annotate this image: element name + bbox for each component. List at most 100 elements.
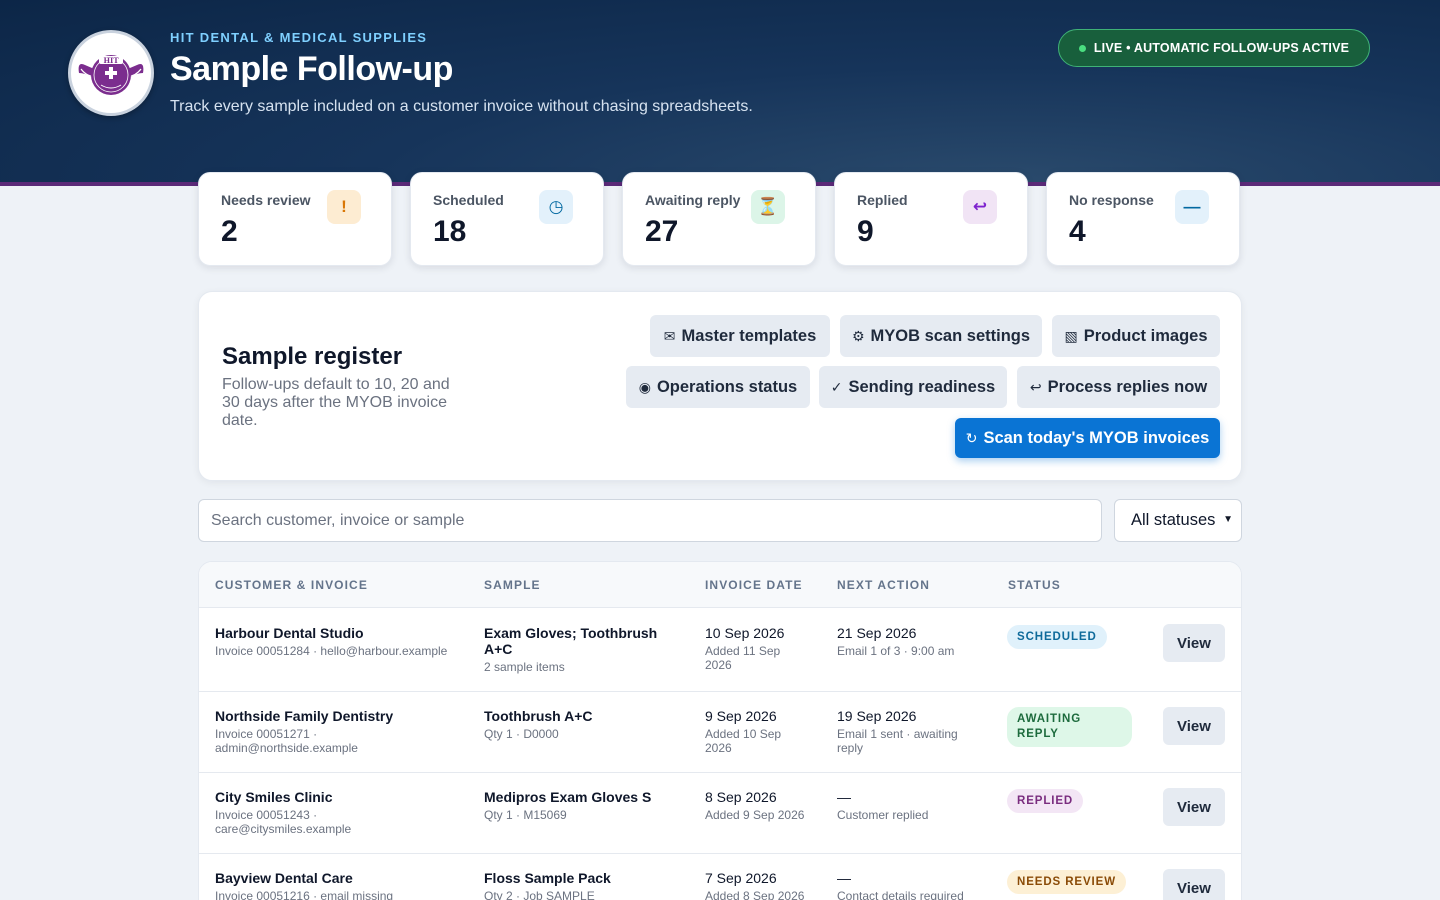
added-date: Added 8 Sep 2026 — [705, 889, 805, 900]
button-label: Product images — [1083, 326, 1208, 345]
column-header-invoice-date: INVOICE DATE — [705, 578, 803, 592]
sample-name: Exam Gloves; Toothbrush A+C — [484, 625, 658, 657]
table-row[interactable]: City Smiles Clinic Invoice 00051243 · ca… — [199, 773, 1241, 854]
next-action-date: — — [837, 870, 851, 886]
stat-label: No response — [1069, 192, 1154, 208]
next-action-detail: Email 1 of 3 · 9:00 am — [837, 644, 955, 658]
reply-arrow-icon: ↩ — [1029, 378, 1042, 395]
table-row[interactable]: Harbour Dental Studio Invoice 00051284 ·… — [199, 608, 1241, 692]
status-filter-value: All statuses — [1131, 511, 1216, 529]
status-dot-icon: ◉ — [638, 378, 651, 395]
invoice-date: 10 Sep 2026 — [705, 625, 785, 641]
sample-detail: Qty 1 · D0000 — [484, 727, 559, 741]
sample-name: Toothbrush A+C — [484, 708, 593, 724]
image-icon: ▧ — [1064, 327, 1078, 344]
customer-name: Bayview Dental Care — [215, 870, 353, 886]
sample-detail: 2 sample items — [484, 660, 565, 674]
invoice-info: Invoice 00051243 · care@citysmiles.examp… — [215, 808, 352, 836]
table-row[interactable]: Northside Family Dentistry Invoice 00051… — [199, 692, 1241, 773]
sample-register-panel: Sample register Follow-ups default to 10… — [198, 291, 1242, 481]
view-button[interactable]: View — [1163, 707, 1225, 745]
page-title: Sample Follow-up — [170, 50, 453, 88]
customer-name: Northside Family Dentistry — [215, 708, 394, 724]
stat-card-awaiting-reply[interactable]: Awaiting reply 27 ⏳ — [622, 172, 816, 266]
invoice-info: Invoice 00051271 · admin@northside.examp… — [215, 727, 358, 755]
next-action-detail: Email 1 sent · awaiting reply — [837, 727, 958, 755]
button-label: Sending readiness — [848, 377, 996, 396]
button-label: Process replies now — [1047, 377, 1208, 396]
invoice-date: 7 Sep 2026 — [705, 870, 777, 886]
stat-label: Awaiting reply — [645, 192, 741, 208]
reply-icon: ↩ — [963, 190, 997, 224]
stat-card-needs-review[interactable]: Needs review 2 ! — [198, 172, 392, 266]
invoice-info: Invoice 00051284 · hello@harbour.example — [215, 644, 448, 658]
table-row[interactable]: Bayview Dental Care Invoice 00051216 · e… — [199, 854, 1241, 900]
status-badge: REPLIED — [1007, 789, 1084, 813]
stat-label: Needs review — [221, 192, 311, 208]
hourglass-icon: ⏳ — [751, 190, 785, 224]
master-templates-button[interactable]: ✉ Master templates — [650, 315, 830, 357]
chevron-down-icon: ▼ — [1223, 514, 1233, 525]
clock-icon: ◷ — [539, 190, 573, 224]
checkmark-icon: ✓ — [830, 378, 843, 395]
product-images-button[interactable]: ▧ Product images — [1052, 315, 1220, 357]
header-banner — [0, 0, 1440, 182]
dash-icon: — — [1175, 190, 1209, 224]
company-logo: HIT — [68, 30, 154, 116]
invoice-date: 9 Sep 2026 — [705, 708, 777, 724]
live-status-badge: LIVE • AUTOMATIC FOLLOW-UPS ACTIVE — [1058, 29, 1370, 67]
column-header-status: STATUS — [1008, 578, 1061, 592]
register-description: Follow-ups default to 10, 20 and 30 days… — [222, 376, 450, 429]
live-dot-icon — [1078, 44, 1086, 52]
stat-label: Scheduled — [433, 192, 504, 208]
sample-name: Floss Sample Pack — [484, 870, 611, 886]
myob-scan-settings-button[interactable]: ⚙ MYOB scan settings — [840, 315, 1042, 357]
sample-detail: Qty 2 · Job SAMPLE — [484, 889, 595, 900]
svg-text:HIT: HIT — [103, 56, 119, 65]
envelope-icon: ✉ — [663, 327, 676, 344]
company-name: HIT DENTAL & MEDICAL SUPPLIES — [170, 30, 428, 45]
stat-value: 4 — [1069, 215, 1086, 248]
stat-card-no-response[interactable]: No response 4 — — [1046, 172, 1240, 266]
column-header-customer: CUSTOMER & INVOICE — [215, 578, 368, 592]
stat-card-scheduled[interactable]: Scheduled 18 ◷ — [410, 172, 604, 266]
stat-value: 9 — [857, 215, 874, 248]
sample-table: CUSTOMER & INVOICE SAMPLE INVOICE DATE N… — [198, 561, 1242, 900]
next-action-detail: Contact details required — [837, 889, 964, 900]
table-header: CUSTOMER & INVOICE SAMPLE INVOICE DATE N… — [199, 562, 1241, 608]
page-subtitle: Track every sample included on a custome… — [170, 98, 753, 115]
view-button[interactable]: View — [1163, 788, 1225, 826]
invoice-info: Invoice 00051216 · email missing — [215, 889, 394, 900]
search-input[interactable] — [198, 499, 1102, 542]
next-action-date: — — [837, 789, 851, 805]
operations-status-button[interactable]: ◉ Operations status — [626, 366, 810, 408]
stat-value: 2 — [221, 215, 238, 248]
next-action-date: 19 Sep 2026 — [837, 708, 917, 724]
stat-label: Replied — [857, 192, 908, 208]
added-date: Added 9 Sep 2026 — [705, 808, 805, 822]
column-header-sample: SAMPLE — [484, 578, 541, 592]
status-badge: NEEDS REVIEW — [1007, 870, 1126, 894]
added-date: Added 10 Sep 2026 — [705, 727, 782, 755]
process-replies-button[interactable]: ↩ Process replies now — [1017, 366, 1220, 408]
sample-name: Medipros Exam Gloves S — [484, 789, 652, 805]
customer-name: Harbour Dental Studio — [215, 625, 364, 641]
next-action-date: 21 Sep 2026 — [837, 625, 917, 641]
view-button[interactable]: View — [1163, 624, 1225, 662]
button-label: MYOB scan settings — [870, 326, 1031, 345]
button-label: Master templates — [681, 326, 817, 345]
status-badge: SCHEDULED — [1007, 625, 1107, 649]
gear-icon: ⚙ — [851, 327, 865, 344]
status-badge: AWAITING REPLY — [1007, 707, 1132, 747]
stat-value: 18 — [433, 215, 467, 248]
stat-card-replied[interactable]: Replied 9 ↩ — [834, 172, 1028, 266]
sending-readiness-button[interactable]: ✓ Sending readiness — [819, 366, 1007, 408]
button-label: Scan today's MYOB invoices — [983, 428, 1210, 447]
eagle-cross-logo-icon: HIT — [78, 55, 144, 95]
refresh-icon: ↻ — [965, 429, 978, 446]
live-status-text: LIVE • AUTOMATIC FOLLOW-UPS ACTIVE — [1093, 41, 1350, 55]
view-button[interactable]: View — [1163, 869, 1225, 900]
column-header-next-action: NEXT ACTION — [837, 578, 930, 592]
status-filter-select[interactable]: All statuses ▼ — [1114, 499, 1242, 542]
scan-myob-invoices-button[interactable]: ↻ Scan today's MYOB invoices — [955, 418, 1220, 458]
